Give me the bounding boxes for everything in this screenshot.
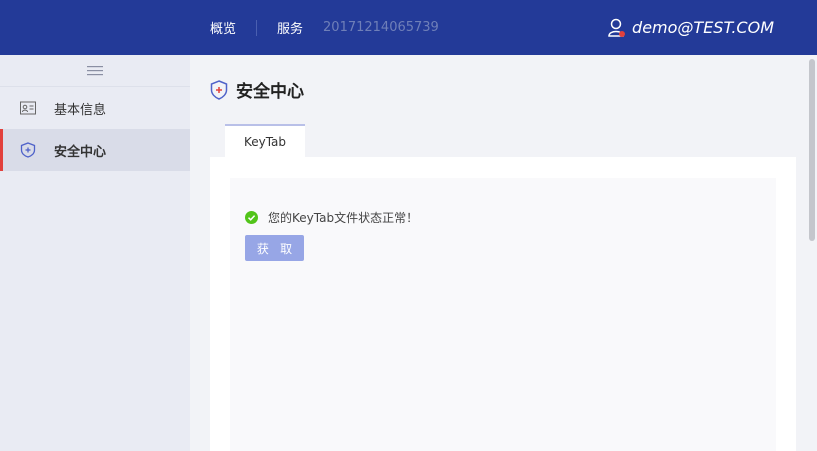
- tab-keytab[interactable]: KeyTab: [225, 124, 305, 157]
- user-email: demo@TEST.COM: [632, 18, 774, 37]
- page-header: 安全中心: [210, 77, 304, 102]
- fetch-button[interactable]: 获 取: [245, 235, 304, 261]
- nav-overview[interactable]: 概览: [210, 18, 236, 37]
- sidebar: 基本信息 安全中心: [0, 55, 190, 451]
- status-text: 您的KeyTab文件状态正常！: [268, 211, 419, 225]
- shield-icon: [20, 142, 36, 158]
- sidebar-item-basic-info[interactable]: 基本信息: [0, 87, 190, 129]
- keytab-card: 您的KeyTab文件状态正常！ 获 取: [230, 178, 776, 451]
- top-nav: 概览 服务 20171214065739: [210, 0, 439, 55]
- shield-icon: [210, 79, 228, 100]
- page-title: 安全中心: [236, 82, 304, 102]
- user-menu[interactable]: demo@TEST.COM: [608, 0, 774, 55]
- hamburger-icon: [87, 65, 103, 75]
- sidebar-item-label: 基本信息: [54, 102, 107, 118]
- user-icon: [608, 18, 626, 38]
- keytab-status: 您的KeyTab文件状态正常！: [245, 209, 418, 226]
- check-circle-icon: [245, 211, 258, 224]
- service-id: 20171214065739: [323, 20, 439, 35]
- main-content: 安全中心 KeyTab 您的KeyTab文件状态正常！ 获 取: [190, 55, 807, 451]
- scrollbar-thumb[interactable]: [809, 59, 815, 241]
- nav-services[interactable]: 服务: [277, 18, 303, 37]
- tab-panel: 您的KeyTab文件状态正常！ 获 取: [210, 157, 796, 451]
- top-bar: 概览 服务 20171214065739 demo@TEST.COM: [0, 0, 817, 55]
- logo-area: [0, 0, 190, 55]
- scrollbar[interactable]: [807, 55, 817, 451]
- sidebar-item-label: 安全中心: [54, 144, 107, 160]
- sidebar-item-security-center[interactable]: 安全中心: [0, 129, 190, 171]
- id-card-icon: [20, 100, 36, 116]
- nav-divider: [256, 19, 258, 36]
- collapse-menu-button[interactable]: [0, 55, 190, 87]
